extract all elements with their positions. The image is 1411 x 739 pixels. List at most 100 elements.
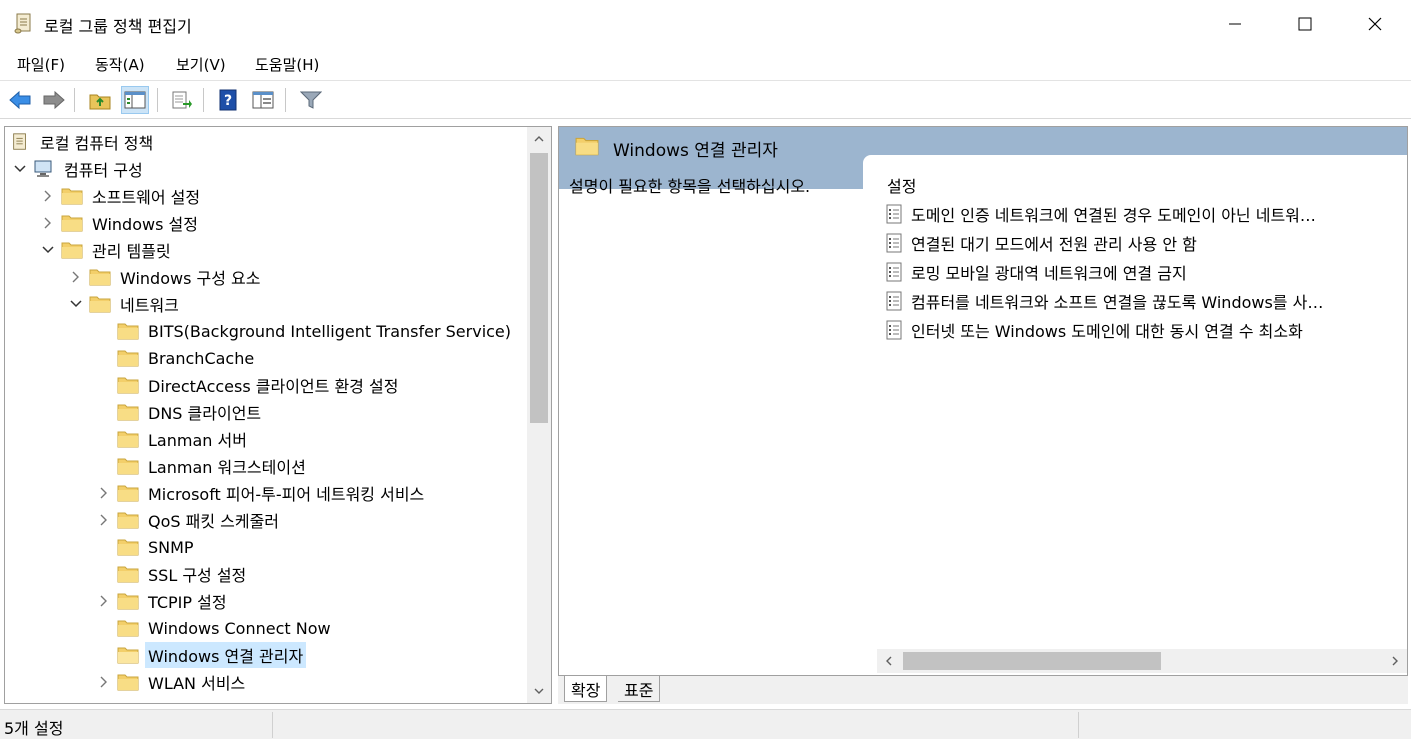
scroll-right-button[interactable] [1383,649,1407,673]
tree-vertical-scrollbar[interactable] [527,127,551,703]
tree-item-label: Windows 설정 [92,215,198,234]
menu-action[interactable]: 동작(A) [92,54,148,75]
tree-item-label: 네트워크 [120,296,179,315]
maximize-button[interactable] [1270,0,1340,48]
list-item[interactable]: 연결된 대기 모드에서 전원 관리 사용 안 함 [885,230,1197,256]
list-item[interactable]: 도메인 인증 네트워크에 연결된 경우 도메인이 아닌 네트워… [885,201,1316,227]
close-button[interactable] [1340,0,1410,48]
menu-help[interactable]: 도움말(H) [252,54,322,75]
tree-item-label: Lanman 서버 [148,431,247,450]
tab-extended[interactable]: 확장 [564,676,608,702]
tree-item-snmp[interactable]: SNMP [97,534,197,560]
tree-item-label: SSL 구성 설정 [148,566,247,585]
folder-icon [575,136,599,160]
tree-item-lanman-workstation[interactable]: Lanman 워크스테이션 [97,453,309,479]
chevron-right-icon[interactable] [97,675,111,689]
chevron-right-icon[interactable] [97,513,111,527]
window-title: 로컬 그룹 정책 편집기 [44,17,192,36]
settings-column-header[interactable]: 설정 [887,173,916,197]
folder-icon [117,456,139,476]
list-item[interactable]: 인터넷 또는 Windows 도메인에 대한 동시 연결 수 최소화 [885,317,1303,343]
tree-item-label: DirectAccess 클라이언트 환경 설정 [148,377,399,396]
up-level-button[interactable] [86,86,114,114]
tree-item-windows-connection-manager[interactable]: Windows 연결 관리자 [97,642,307,668]
scroll-down-button[interactable] [527,679,551,703]
chevron-right-icon[interactable] [41,189,55,203]
folder-icon [89,294,111,314]
chevron-down-icon[interactable] [69,297,83,311]
tree-item-windows-components[interactable]: Windows 구성 요소 [69,264,263,290]
tab-standard[interactable]: 표준 [618,676,661,702]
back-button[interactable] [6,86,34,114]
tree-item-tcpip[interactable]: TCPIP 설정 [97,588,230,614]
policy-setting-icon [885,320,903,340]
tree-item-computer-config[interactable]: 컴퓨터 구성 [13,156,146,182]
setting-label: 도메인 인증 네트워크에 연결된 경우 도메인이 아닌 네트워… [911,206,1316,225]
filter-icon [300,91,322,109]
chevron-down-icon[interactable] [13,162,27,176]
tree-item-branchcache[interactable]: BranchCache [97,345,257,371]
tree-item-admin-templates[interactable]: 관리 템플릿 [41,237,174,263]
show-hide-tree-icon [124,91,146,109]
help-button[interactable]: ? [214,86,242,114]
forward-button[interactable] [40,86,68,114]
status-text: 5개 설정 [4,719,64,738]
menu-file[interactable]: 파일(F) [14,54,68,75]
chevron-right-icon[interactable] [41,216,55,230]
tree-item-wlan[interactable]: WLAN 서비스 [97,669,248,695]
policy-setting-icon [885,204,903,224]
folder-icon [117,321,139,341]
tree-item-windows-connect-now[interactable]: Windows Connect Now [97,615,334,641]
show-hide-tree-button[interactable] [121,86,149,114]
scroll-left-button[interactable] [877,649,901,673]
chevron-right-icon [1392,656,1398,666]
scroll-up-button[interactable] [527,127,551,151]
export-list-button[interactable] [168,86,196,114]
tree-item-label: BranchCache [148,348,255,368]
chevron-right-icon[interactable] [97,594,111,608]
setting-label: 연결된 대기 모드에서 전원 관리 사용 안 함 [911,235,1197,254]
tree-item-bits[interactable]: BITS(Background Intelligent Transfer Ser… [97,318,514,344]
title-bar: 로컬 그룹 정책 편집기 [0,0,1411,48]
folder-icon [117,348,139,368]
tree-item-dns-client[interactable]: DNS 클라이언트 [97,399,264,425]
tree-pane: 로컬 컴퓨터 정책 컴퓨터 구성 소프트웨어 설정 Windows 설정 관리 … [4,126,552,704]
list-item[interactable]: 로밍 모바일 광대역 네트워크에 연결 금지 [885,259,1187,285]
properties-button[interactable] [249,86,277,114]
forward-arrow-icon [43,90,65,110]
chevron-down-icon[interactable] [41,243,55,257]
tree-item-label: Windows Connect Now [148,618,331,638]
folder-icon [61,213,83,233]
tree-item-local-computer-policy[interactable]: 로컬 컴퓨터 정책 [9,129,156,155]
folder-icon [89,267,111,287]
menu-view[interactable]: 보기(V) [173,54,229,75]
scroll-thumb[interactable] [903,652,1161,670]
setting-label: 인터넷 또는 Windows 도메인에 대한 동시 연결 수 최소화 [911,322,1303,341]
tree-item-software-settings[interactable]: 소프트웨어 설정 [41,183,203,209]
tree-item-label: 소프트웨어 설정 [92,188,201,207]
back-arrow-icon [9,90,31,110]
tree-item-label: Lanman 워크스테이션 [148,458,306,477]
chevron-right-icon[interactable] [97,486,111,500]
tree-item-qos[interactable]: QoS 패킷 스케줄러 [97,507,282,533]
details-pane: Windows 연결 관리자 설명이 필요한 항목을 선택하십시오. 설정 도메… [558,126,1408,676]
scroll-thumb[interactable] [530,153,548,423]
tree-item-network[interactable]: 네트워크 [69,291,182,317]
setting-label: 컴퓨터를 네트워크와 소프트 연결을 끊도록 Windows를 사… [911,293,1324,312]
details-title: Windows 연결 관리자 [613,141,778,161]
filter-button[interactable] [297,86,325,114]
tree-item-lanman-server[interactable]: Lanman 서버 [97,426,250,452]
minimize-icon [1229,23,1241,25]
minimize-button[interactable] [1200,0,1270,48]
tree-item-p2p-networking[interactable]: Microsoft 피어-투-피어 네트워킹 서비스 [97,480,427,506]
folder-icon [61,186,83,206]
export-list-icon [172,91,192,109]
list-item[interactable]: 컴퓨터를 네트워크와 소프트 연결을 끊도록 Windows를 사… [885,288,1323,314]
settings-horizontal-scrollbar[interactable] [877,649,1407,673]
folder-icon [117,483,139,503]
folder-icon [117,618,139,638]
tree-item-windows-settings[interactable]: Windows 설정 [41,210,201,236]
tree-item-directaccess[interactable]: DirectAccess 클라이언트 환경 설정 [97,372,401,398]
chevron-right-icon[interactable] [69,270,83,284]
tree-item-ssl-config[interactable]: SSL 구성 설정 [97,561,249,587]
